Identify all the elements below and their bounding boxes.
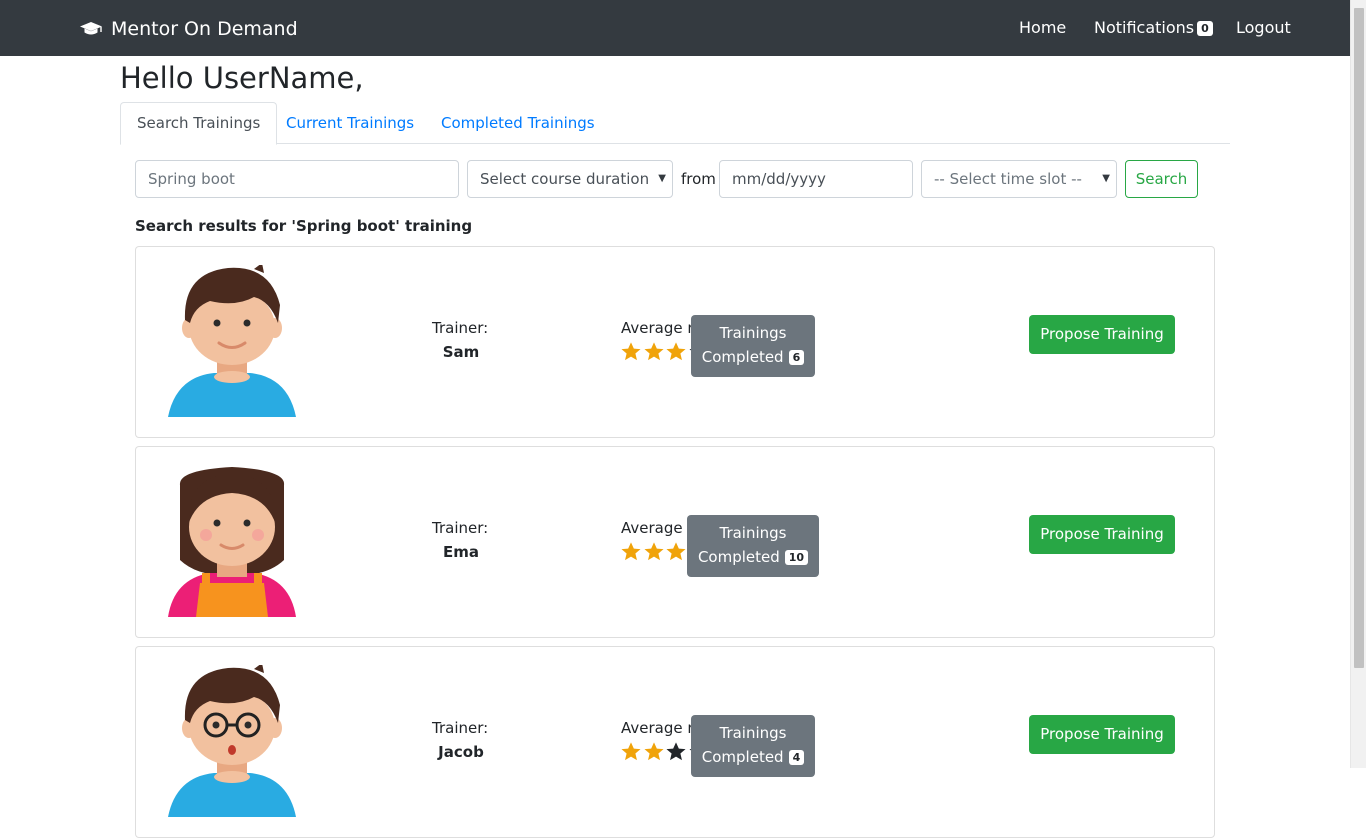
trainer-label: Trainer: <box>432 519 489 537</box>
trainer-card: Trainer: Ema Average rating: Trainings Compl… <box>135 446 1215 638</box>
trainings-count: 10 <box>784 550 809 565</box>
trainings-label: Trainings <box>719 324 787 342</box>
boy-glasses-avatar <box>166 663 298 817</box>
notifications-count-badge: 0 <box>1197 21 1213 36</box>
select-caret-icon: ▼ <box>658 173 666 184</box>
trainer-label: Trainer: <box>432 319 489 337</box>
trainer-card: Trainer: Sam Average rating: Trainings Compl… <box>135 246 1215 438</box>
nav-home[interactable]: Home <box>1019 18 1066 38</box>
keyword-input[interactable]: Spring boot <box>135 160 459 198</box>
star-filled-icon <box>643 341 665 363</box>
trainer-name: Sam <box>442 343 480 361</box>
navbar: Mentor On Demand Home Notifications 0 Log… <box>0 0 1350 56</box>
propose-training-button[interactable]: Propose Training <box>1029 315 1175 354</box>
results-title: Search results for 'Spring boot' trainin… <box>135 217 473 235</box>
trainer-card: Trainer: Jacob Average rating: Trainings Com… <box>135 646 1215 838</box>
graduation-cap-icon <box>80 22 102 35</box>
course-duration-select[interactable]: Select course duration ▼ <box>467 160 673 198</box>
scrollbar-thumb[interactable] <box>1354 8 1364 668</box>
tab-completed-trainings[interactable]: Completed Trainings <box>425 102 611 144</box>
trainer-name: Jacob <box>438 743 484 761</box>
brand-text: Mentor On Demand <box>111 18 298 40</box>
trainings-label: Trainings <box>719 524 787 542</box>
star-filled-icon <box>620 541 642 563</box>
star-filled-icon <box>665 541 687 563</box>
completed-line: Completed 4 <box>691 745 815 769</box>
page-scrollbar[interactable] <box>1350 0 1366 768</box>
trainings-count: 4 <box>788 750 805 765</box>
star-filled-icon <box>620 741 642 763</box>
date-input-placeholder: mm/dd/yyyy <box>732 170 826 188</box>
completed-label: Completed <box>697 548 780 566</box>
select-caret-icon: ▼ <box>1102 173 1110 184</box>
nav-logout[interactable]: Logout <box>1236 18 1291 38</box>
girl-avatar <box>166 465 298 617</box>
time-slot-value: -- Select time slot -- <box>934 170 1082 188</box>
completed-line: Completed 10 <box>687 545 819 569</box>
boy-avatar <box>166 263 298 417</box>
course-duration-value: Select course duration <box>480 170 650 188</box>
trainings-completed-badge: Trainings Completed 10 <box>687 515 819 577</box>
nav-notifications[interactable]: Notifications 0 <box>1094 18 1213 38</box>
search-button[interactable]: Search <box>1125 160 1198 198</box>
star-filled-icon <box>643 541 665 563</box>
brand-link[interactable]: Mentor On Demand <box>79 17 298 41</box>
star-filled-icon <box>665 341 687 363</box>
time-slot-select[interactable]: -- Select time slot -- ▼ <box>921 160 1117 198</box>
tabs-bar: Search Trainings Current Trainings Compl… <box>120 102 1230 145</box>
star-empty-icon <box>665 741 687 763</box>
keyword-input-value: Spring boot <box>148 170 235 188</box>
tab-search-trainings[interactable]: Search Trainings <box>120 102 278 145</box>
tab-current-trainings[interactable]: Current Trainings <box>270 102 430 144</box>
completed-label: Completed <box>701 748 784 766</box>
date-input[interactable]: mm/dd/yyyy <box>719 160 913 198</box>
star-filled-icon <box>620 341 642 363</box>
notifications-label: Notifications <box>1094 18 1195 37</box>
trainer-name: Ema <box>443 543 479 561</box>
completed-line: Completed 6 <box>691 345 815 369</box>
from-label: from <box>681 170 716 188</box>
trainings-count: 6 <box>788 350 805 365</box>
completed-label: Completed <box>701 348 784 366</box>
page-greeting: Hello UserName, <box>120 61 364 95</box>
trainings-completed-badge: Trainings Completed 6 <box>691 315 815 377</box>
trainings-label: Trainings <box>719 724 787 742</box>
trainer-label: Trainer: <box>432 719 489 737</box>
propose-training-button[interactable]: Propose Training <box>1029 515 1175 554</box>
star-filled-icon <box>643 741 665 763</box>
propose-training-button[interactable]: Propose Training <box>1029 715 1175 754</box>
